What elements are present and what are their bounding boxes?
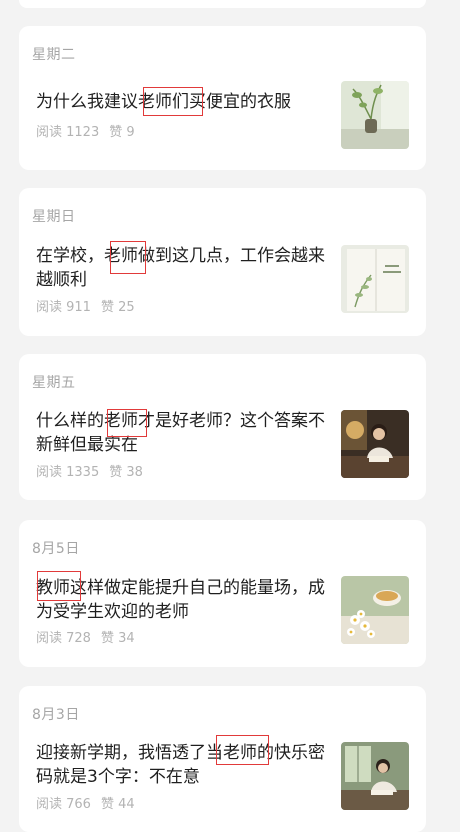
woman-window-desk-thumbnail[interactable]: [341, 742, 409, 810]
notebook-leaf-thumbnail[interactable]: [341, 245, 409, 313]
read-count: 阅读 1335: [36, 465, 100, 480]
plant-vase-thumbnail[interactable]: [341, 81, 409, 149]
like-count: 赞 44: [100, 797, 135, 812]
article-title[interactable]: 迎接新学期，我悟透了当老师的快乐密码就是3个字：不在意: [36, 741, 326, 789]
article-stats: 阅读 1335 赞 38: [36, 461, 153, 480]
article-stats: 阅读 728 赞 34: [36, 627, 145, 646]
keyword-highlight-box: [143, 87, 203, 116]
like-count: 赞 25: [100, 300, 135, 315]
read-count: 阅读 911: [36, 300, 91, 315]
woman-reading-desk-thumbnail[interactable]: [341, 410, 409, 478]
article-card[interactable]: 8月5日 教师这样做定能提升自己的能量场，成为受学生欢迎的老师 阅读 728 赞 …: [19, 520, 426, 667]
article-date: 8月5日: [32, 541, 80, 557]
keyword-highlight-box: [110, 241, 146, 274]
previous-article-card[interactable]: [19, 0, 426, 8]
keyword-highlight-box: [107, 409, 147, 437]
article-date: 星期二: [32, 47, 76, 63]
article-card[interactable]: 星期二 为什么我建议老师们买便宜的衣服 阅读 1123 赞 9: [19, 26, 426, 170]
tea-flowers-thumbnail[interactable]: [341, 576, 409, 644]
read-count: 阅读 728: [36, 631, 91, 646]
article-stats: 阅读 1123 赞 9: [36, 121, 145, 140]
like-count: 赞 34: [100, 631, 135, 646]
read-count: 阅读 766: [36, 797, 91, 812]
article-stats: 阅读 766 赞 44: [36, 793, 145, 812]
article-stats: 阅读 911 赞 25: [36, 296, 145, 315]
like-count: 赞 9: [109, 125, 135, 140]
article-title[interactable]: 在学校，老师做到这几点，工作会越来越顺利: [36, 244, 326, 292]
article-card[interactable]: 8月3日 迎接新学期，我悟透了当老师的快乐密码就是3个字：不在意 阅读 766 赞…: [19, 686, 426, 832]
like-count: 赞 38: [109, 465, 143, 480]
article-card[interactable]: 星期日 在学校，老师做到这几点，工作会越来越顺利 阅读 911 赞 25: [19, 188, 426, 336]
keyword-highlight-box: [37, 571, 81, 601]
article-title[interactable]: 什么样的老师才是好老师？这个答案不新鲜但最实在: [36, 409, 326, 457]
article-date: 星期日: [32, 209, 76, 225]
article-date: 8月3日: [32, 707, 80, 723]
keyword-highlight-box: [216, 735, 269, 765]
read-count: 阅读 1123: [36, 125, 100, 140]
article-card[interactable]: 星期五 什么样的老师才是好老师？这个答案不新鲜但最实在 阅读 1335 赞 38: [19, 354, 426, 500]
article-date: 星期五: [32, 375, 76, 391]
